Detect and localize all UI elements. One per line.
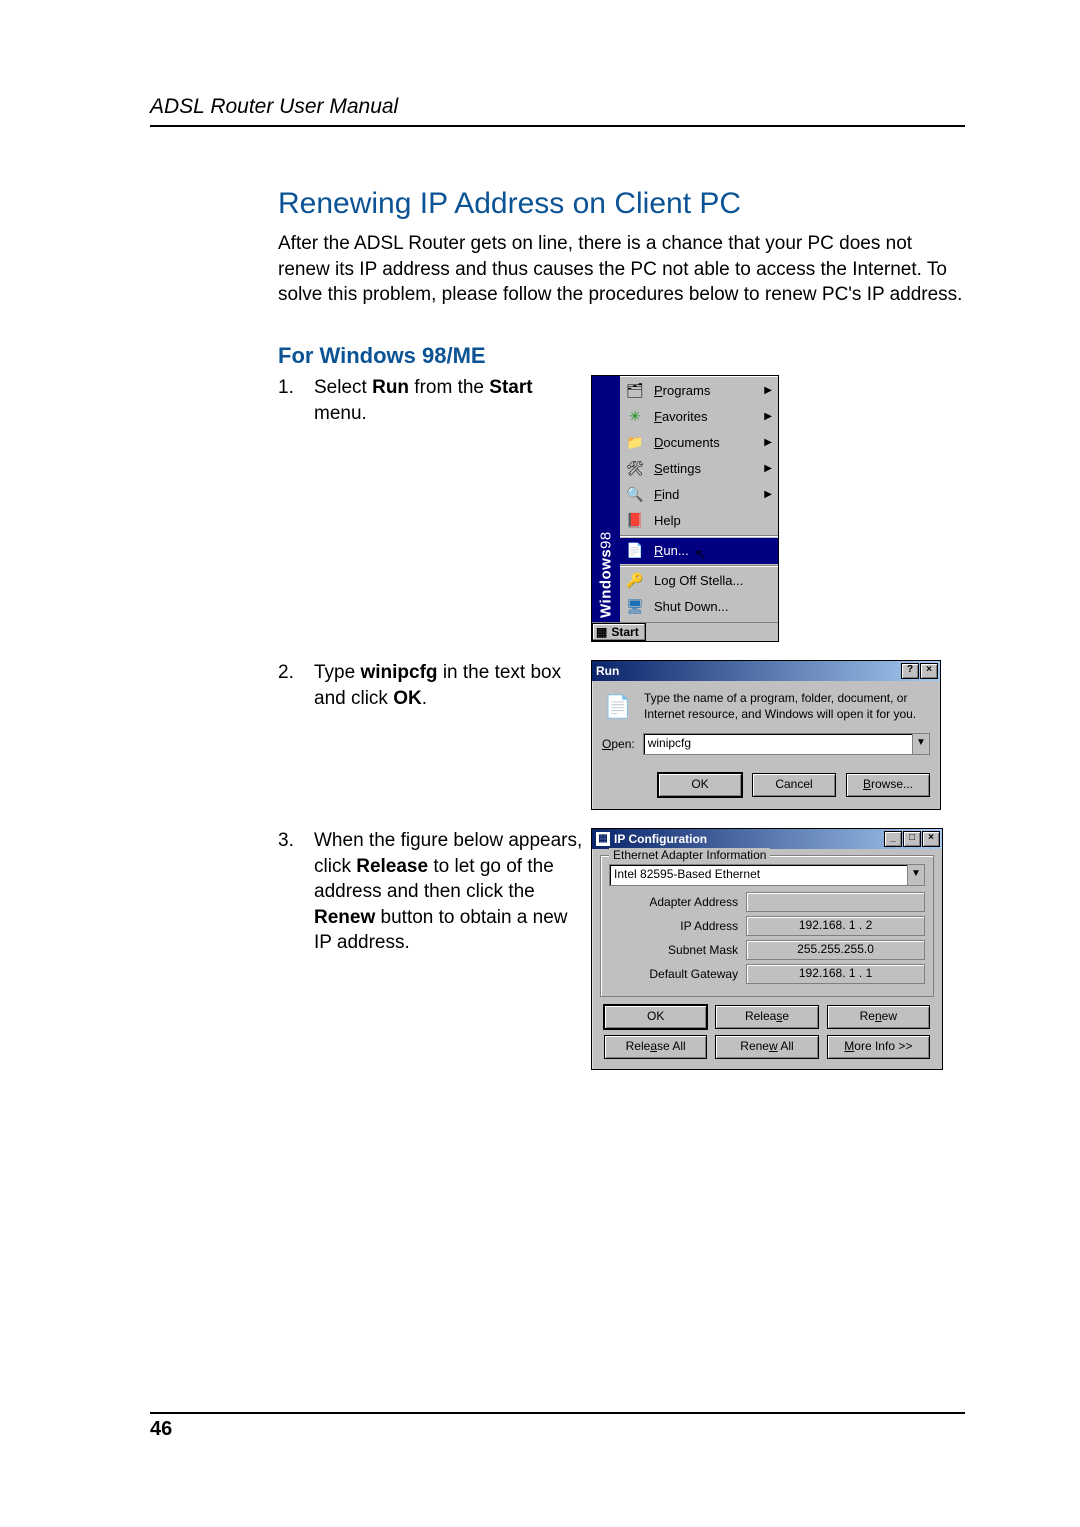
start-menu-item-find[interactable]: 🔍 Find ▶ [620,482,778,508]
favorites-icon: ✳ [624,407,646,427]
adapter-address-value [746,892,925,912]
step-1-number: 1. [278,375,314,426]
ip-address-label: IP Address [609,919,746,933]
run-dialog-description: Type the name of a program, folder, docu… [644,691,930,722]
subnet-mask-value: 255.255.255.0 [746,940,925,960]
open-label: Open: [602,737,635,751]
open-input[interactable]: winipcfg ▼ [643,733,930,755]
ok-button[interactable]: OK [604,1005,707,1029]
release-button[interactable]: Release [715,1005,818,1029]
browse-button[interactable]: Browse... [846,773,930,797]
submenu-arrow-icon: ▶ [764,437,772,448]
ip-address-value: 192.168. 1 . 2 [746,916,925,936]
close-title-button[interactable]: × [922,831,940,847]
subsection-title: For Windows 98/ME [278,343,965,369]
adapter-select[interactable]: Intel 82595-Based Ethernet ▼ [609,864,925,886]
start-menu-item-favorites[interactable]: ✳ Favorites ▶ [620,404,778,430]
start-menu-item-logoff[interactable]: 🔑 Log Off Stella... [620,568,778,594]
document-header: ADSL Router User Manual [150,95,965,127]
submenu-arrow-icon: ▶ [764,489,772,500]
start-menu-item-run[interactable]: 📄 Run... ↖ [620,538,778,564]
group-label: Ethernet Adapter Information [609,848,770,862]
start-menu-item-settings[interactable]: 🛠 Settings ▶ [620,456,778,482]
settings-icon: 🛠 [624,459,646,479]
close-title-button[interactable]: × [920,663,938,679]
step-2-text: Type winipcfg in the text box and click … [314,660,583,711]
ipconfig-dialog: ▦ IP Configuration _ □ × Ethernet Adapte… [591,828,943,1070]
submenu-arrow-icon: ▶ [764,411,772,422]
dropdown-arrow-icon[interactable]: ▼ [912,734,929,754]
default-gateway-label: Default Gateway [609,967,746,981]
step-1-text: Select Run from the Start menu. [314,375,583,426]
windows-logo-icon: ▦ [596,625,607,639]
start-menu-item-programs[interactable]: 🗂 Programs ▶ [620,378,778,404]
subnet-mask-label: Subnet Mask [609,943,746,957]
start-menu-item-help[interactable]: 📕 Help [620,508,778,534]
start-menu-item-documents[interactable]: 📁 Documents ▶ [620,430,778,456]
cursor-icon: ↖ [695,546,707,563]
logoff-icon: 🔑 [624,571,646,591]
renew-all-button[interactable]: Renew All [715,1035,818,1059]
adapter-address-label: Adapter Address [609,895,746,909]
maximize-title-button[interactable]: □ [903,831,921,847]
programs-icon: 🗂 [624,381,646,401]
shutdown-icon: 🖥 [624,597,646,617]
help-title-button[interactable]: ? [901,663,919,679]
step-2: 2. Type winipcfg in the text box and cli… [278,660,965,810]
page-number: 46 [150,1412,965,1441]
renew-button[interactable]: Renew [827,1005,930,1029]
step-3-number: 3. [278,828,314,956]
run-dialog: Run ? × 📄 Type the name of a program, fo… [591,660,941,810]
default-gateway-value: 192.168. 1 . 1 [746,964,925,984]
step-1: 1. Select Run from the Start menu. Windo… [278,375,965,642]
more-info-button[interactable]: More Info >> [827,1035,930,1059]
release-all-button[interactable]: Release All [604,1035,707,1059]
ipconfig-titlebar: ▦ IP Configuration _ □ × [592,829,942,849]
documents-icon: 📁 [624,433,646,453]
start-menu: Windows98 🗂 Programs ▶ ✳ Favorites [591,375,779,642]
start-button[interactable]: ▦ Start [592,623,646,641]
windows98-strip: Windows98 [592,376,620,622]
step-3-text: When the figure below appears, click Rel… [314,828,583,956]
start-menu-item-shutdown[interactable]: 🖥 Shut Down... [620,594,778,620]
help-icon: 📕 [624,511,646,531]
run-icon: 📄 [624,541,646,561]
step-3: 3. When the figure below appears, click … [278,828,965,1070]
menu-separator [620,535,778,537]
ipconfig-title: IP Configuration [614,832,707,846]
submenu-arrow-icon: ▶ [764,463,772,474]
section-title: Renewing IP Address on Client PC [278,187,965,221]
run-dialog-titlebar: Run ? × [592,661,940,681]
submenu-arrow-icon: ▶ [764,385,772,396]
minimize-title-button[interactable]: _ [884,831,902,847]
cancel-button[interactable]: Cancel [752,773,836,797]
step-2-number: 2. [278,660,314,711]
ipconfig-app-icon: ▦ [596,832,610,846]
dropdown-arrow-icon[interactable]: ▼ [907,865,924,885]
section-intro: After the ADSL Router gets on line, ther… [278,231,965,308]
ok-button[interactable]: OK [658,773,742,797]
run-dialog-title: Run [596,664,619,678]
run-dialog-icon: 📄 [602,691,634,723]
menu-separator [620,565,778,567]
ethernet-adapter-group: Ethernet Adapter Information Intel 82595… [600,855,934,997]
find-icon: 🔍 [624,485,646,505]
